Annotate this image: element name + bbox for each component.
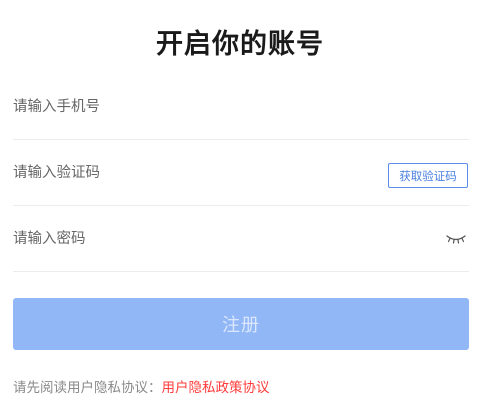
agreement-prefix: 请先阅读用户隐私协议： [13,380,162,396]
password-field-row [13,207,469,272]
get-code-button[interactable]: 获取验证码 [388,163,468,188]
phone-field-row [13,75,469,140]
password-input[interactable] [13,207,373,271]
page-title: 开启你的账号 [156,29,324,60]
register-button[interactable]: 注册 [13,298,469,350]
verification-code-input[interactable] [13,141,373,205]
code-field-row: 获取验证码 [13,141,469,206]
agreement-text: 请先阅读用户隐私协议：用户隐私政策协议 [13,376,270,396]
eye-closed-icon[interactable] [445,231,467,245]
privacy-policy-link[interactable]: 用户隐私政策协议 [162,380,270,396]
phone-input[interactable] [13,75,373,139]
